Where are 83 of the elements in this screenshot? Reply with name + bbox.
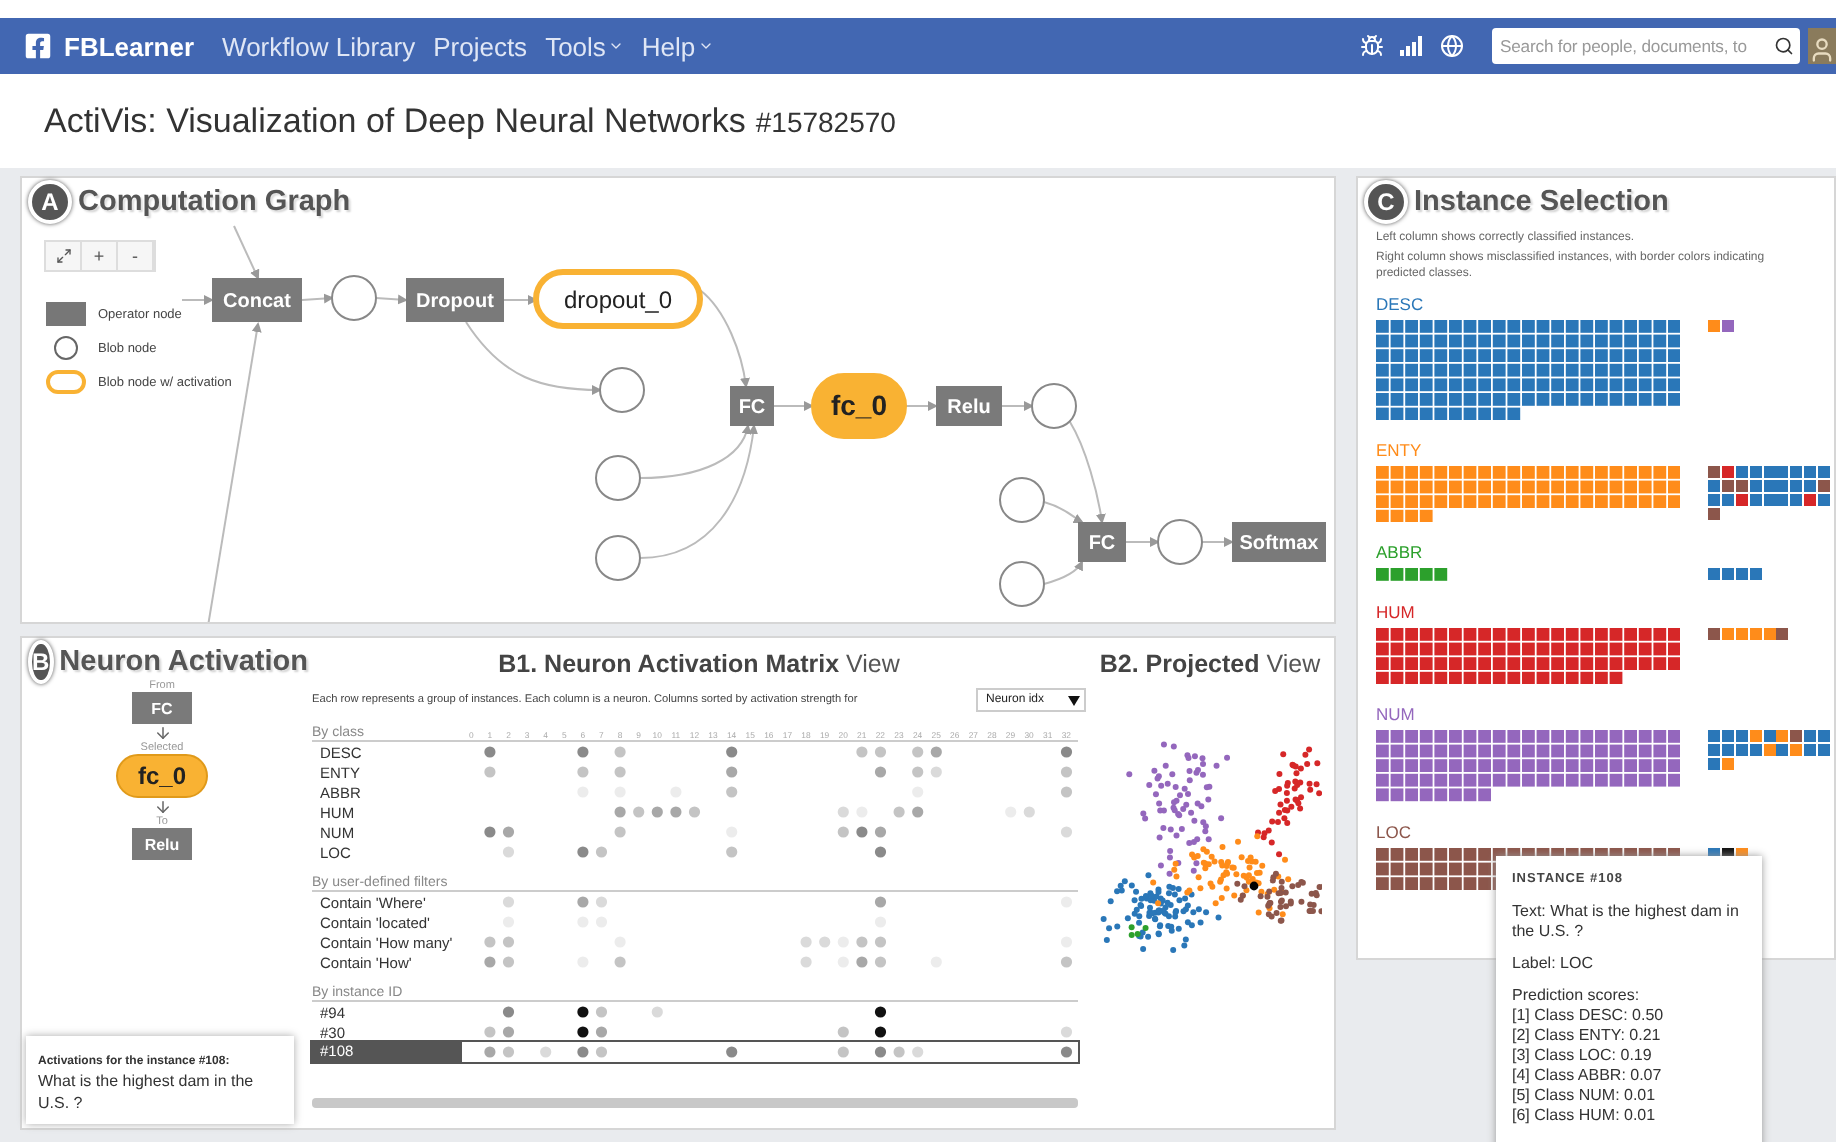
operator-node[interactable]: Softmax	[1232, 522, 1326, 562]
nav-link[interactable]: Workflow Library	[222, 31, 416, 61]
section-badge: A	[28, 180, 72, 224]
down-arrow-icon	[153, 798, 171, 816]
search-icon[interactable]	[1774, 36, 1794, 56]
blob-node[interactable]	[595, 455, 641, 501]
note-text: What is the highest dam in the U.S. ?	[38, 1070, 256, 1114]
score-line: [2] Class ENTY: 0.21	[1512, 1026, 1663, 1046]
view-title: B1. Neuron Activation Matrix View	[496, 650, 902, 678]
avatar-icon[interactable]	[1808, 28, 1836, 64]
score-line: [5] Class NUM: 0.01	[1512, 1086, 1658, 1106]
class-label: HUM	[1376, 601, 1417, 622]
globe-icon[interactable]	[1440, 34, 1464, 58]
operator-node[interactable]: Relu	[132, 828, 192, 860]
operator-node[interactable]: Concat	[212, 278, 302, 322]
page-title: ActiVis: Visualization of Deep Neural Networks	[44, 101, 746, 141]
class-label: LOC	[1376, 821, 1413, 842]
operator-node[interactable]: Relu	[936, 386, 1002, 426]
instance-grid-drawing	[1376, 568, 1448, 582]
nav-link[interactable]: Help	[641, 31, 714, 61]
activation-node[interactable]: fc_0	[811, 373, 907, 439]
down-arrow-icon	[153, 724, 171, 742]
section-badge: C	[1364, 180, 1408, 224]
edge-arrow	[233, 225, 260, 280]
class-label: ENTY	[1376, 440, 1424, 461]
class-label: DESC	[1376, 294, 1426, 314]
class-label: NUM	[1376, 704, 1417, 725]
blob-node[interactable]	[999, 561, 1045, 607]
blob-node[interactable]	[331, 275, 377, 321]
section-badge: B	[28, 640, 54, 684]
edge-arrow	[503, 295, 538, 305]
operator-node[interactable]: FC	[730, 386, 774, 426]
panel-title: Computation Graph	[78, 186, 351, 218]
tooltip-heading: Prediction scores:	[1512, 986, 1642, 1006]
edge-arrow	[181, 295, 214, 305]
fit-icon	[55, 248, 71, 264]
edge-arrow	[773, 401, 814, 411]
edge-arrow	[465, 321, 602, 395]
nav-link[interactable]: Tools	[545, 31, 624, 61]
operator-node[interactable]: Dropout	[406, 278, 504, 322]
operator-node[interactable]: FC	[132, 692, 192, 724]
operator-legend-icon	[46, 302, 86, 326]
score-line: [3] Class LOC: 0.19	[1512, 1046, 1654, 1066]
blob-node[interactable]	[595, 535, 641, 581]
logo-icon[interactable]	[24, 32, 52, 60]
edge-arrow	[1001, 401, 1034, 411]
edge-arrow	[699, 289, 750, 388]
signal-icon[interactable]	[1400, 36, 1424, 56]
nav-link[interactable]: Projects	[433, 31, 528, 61]
search-field[interactable]: Search for people, documents, to	[1492, 28, 1800, 64]
scrollbar[interactable]	[312, 1098, 1078, 1108]
edge-arrow	[301, 293, 334, 304]
activation-legend-icon	[46, 370, 86, 394]
blob-node[interactable]	[599, 367, 645, 413]
caret-icon	[1068, 695, 1080, 705]
view-title: B2. Projected View	[1099, 650, 1321, 678]
panel-title: Neuron Activation	[59, 646, 309, 678]
edge-arrow	[1043, 560, 1083, 585]
bug-icon[interactable]	[1360, 34, 1384, 58]
workflow-id: #15782570	[755, 105, 896, 137]
tooltip-text: Text: What is the highest dam in the U.S. ?	[1512, 902, 1741, 942]
edge-arrow	[1201, 537, 1234, 547]
zoom-button[interactable]: +	[82, 242, 118, 270]
caret-icon[interactable]	[607, 38, 624, 54]
operator-node[interactable]: FC	[1078, 522, 1126, 562]
edge-arrow	[375, 294, 408, 305]
blob-node[interactable]	[999, 477, 1045, 523]
panel-title: Instance Selection	[1414, 186, 1669, 218]
blob-legend-icon	[54, 336, 78, 360]
edge-arrow	[1125, 537, 1160, 547]
score-line: [6] Class HUM: 0.01	[1512, 1106, 1658, 1126]
zoom-button[interactable]: -	[118, 242, 154, 270]
blob-node[interactable]	[1031, 383, 1077, 429]
brand-name[interactable]: FBLearner	[64, 31, 195, 61]
score-line: [1] Class DESC: 0.50	[1512, 1006, 1666, 1026]
edge-arrow	[905, 401, 938, 411]
tooltip-label: Label: LOC	[1512, 954, 1595, 974]
activation-node[interactable]: fc_0	[116, 754, 208, 798]
blob-node[interactable]	[1157, 519, 1203, 565]
class-label: ABBR	[1376, 542, 1425, 563]
score-line: [4] Class ABBR: 0.07	[1512, 1066, 1664, 1086]
activation-node[interactable]: dropout_0	[533, 269, 703, 329]
caret-icon[interactable]	[697, 38, 714, 54]
